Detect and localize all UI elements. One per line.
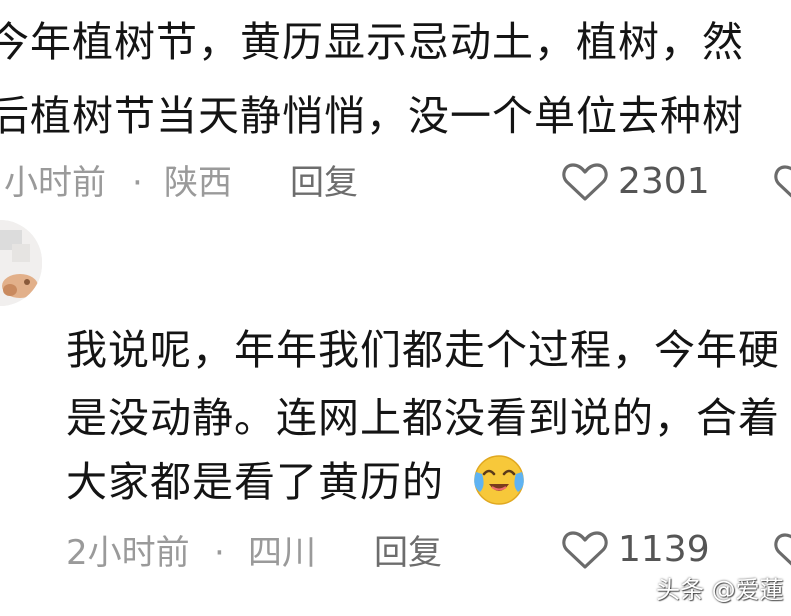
comment-2-timestamp: 2小时前 bbox=[66, 533, 190, 573]
comment-1-text-line-2: 后植树节当天静悄悄，没一个单位去种树 bbox=[0, 92, 744, 140]
comment-2-text-line-3: 大家都是看了黄历的 bbox=[66, 458, 444, 506]
comment-1-reply-button[interactable]: 回复 bbox=[290, 166, 358, 200]
crying-laughing-emoji-icon bbox=[474, 455, 524, 505]
comment-1-like-count: 2301 bbox=[618, 161, 710, 202]
heart-icon bbox=[562, 163, 608, 201]
comment-2-like-button[interactable]: 1139 bbox=[562, 530, 710, 570]
comment-1-meta-separator: · bbox=[132, 163, 143, 203]
comment-1-like-button[interactable]: 2301 bbox=[562, 162, 710, 202]
heart-icon bbox=[562, 531, 608, 569]
comment-2-text-line-1: 我说呢，年年我们都走个过程，今年硬 bbox=[66, 326, 780, 374]
comment-2-location: 四川 bbox=[248, 533, 316, 573]
comment-1-text-line-1: 今年植树节，黄历显示忌动土，植树，然 bbox=[0, 18, 744, 66]
avatar-image bbox=[0, 220, 42, 306]
avatar[interactable] bbox=[0, 220, 42, 306]
comment-2-meta-separator: · bbox=[214, 533, 225, 573]
comment-2-text-line-2: 是没动静。连网上都没看到说的，合着 bbox=[66, 394, 780, 442]
comment-2-reply-button[interactable]: 回复 bbox=[374, 536, 442, 570]
comment-1-location: 陕西 bbox=[164, 163, 232, 203]
comment-1-timestamp: 小时前 bbox=[4, 163, 106, 203]
heart-icon bbox=[774, 533, 791, 566]
heart-icon bbox=[774, 165, 791, 198]
comment-2-like-count: 1139 bbox=[618, 529, 710, 570]
comment-thread: 今年植树节，黄历显示忌动土，植树，然 后植树节当天静悄悄，没一个单位去种树 小时… bbox=[0, 0, 791, 616]
watermark: 头条 @爱蓮 bbox=[656, 576, 784, 604]
